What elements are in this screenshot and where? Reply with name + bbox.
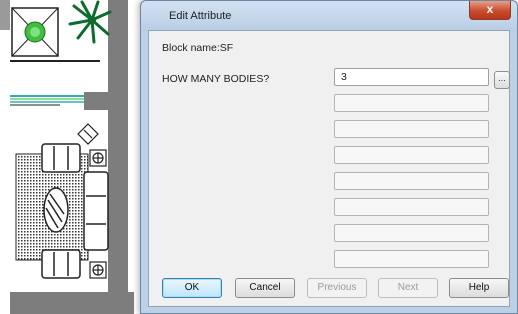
wall-segment bbox=[10, 292, 134, 314]
dialog-title: Edit Attribute bbox=[169, 10, 232, 22]
dialog-body: Block name:SF HOW MANY BODIES? 3 ... OK … bbox=[148, 30, 510, 307]
dialog-title-bar[interactable]: Edit Attribute x bbox=[141, 1, 517, 31]
wall-segment bbox=[108, 0, 128, 92]
empty-attribute-field bbox=[334, 172, 489, 190]
empty-attribute-field bbox=[334, 250, 489, 268]
previous-button[interactable]: Previous bbox=[307, 278, 367, 298]
browse-button[interactable]: ... bbox=[494, 71, 510, 89]
attribute-value-field[interactable]: 3 bbox=[334, 68, 489, 86]
planter-symbol bbox=[11, 7, 59, 57]
attribute-prompt-label: HOW MANY BODIES? bbox=[162, 73, 270, 85]
close-button[interactable]: x bbox=[469, 1, 511, 20]
cad-drawing-canvas[interactable] bbox=[0, 0, 150, 314]
block-name-label: Block name:SF bbox=[162, 42, 234, 54]
empty-attribute-field bbox=[334, 94, 489, 112]
ok-button[interactable]: OK bbox=[162, 278, 222, 298]
empty-attribute-field bbox=[334, 120, 489, 138]
close-icon: x bbox=[486, 2, 494, 16]
palm-plant-symbol bbox=[68, 0, 112, 44]
wall-segment bbox=[84, 92, 128, 110]
empty-attribute-field bbox=[334, 198, 489, 216]
next-button[interactable]: Next bbox=[378, 278, 438, 298]
edit-attribute-dialog: Edit Attribute x Block name:SF HOW MANY … bbox=[140, 0, 518, 314]
empty-attribute-field bbox=[334, 146, 489, 164]
wall-segment bbox=[108, 110, 128, 314]
wall-segment bbox=[0, 0, 10, 30]
help-button[interactable]: Help bbox=[449, 278, 509, 298]
floor-plan-drawing bbox=[0, 0, 134, 314]
cancel-button[interactable]: Cancel bbox=[235, 278, 295, 298]
coffee-table-symbol bbox=[43, 187, 69, 233]
empty-attribute-field bbox=[334, 224, 489, 242]
